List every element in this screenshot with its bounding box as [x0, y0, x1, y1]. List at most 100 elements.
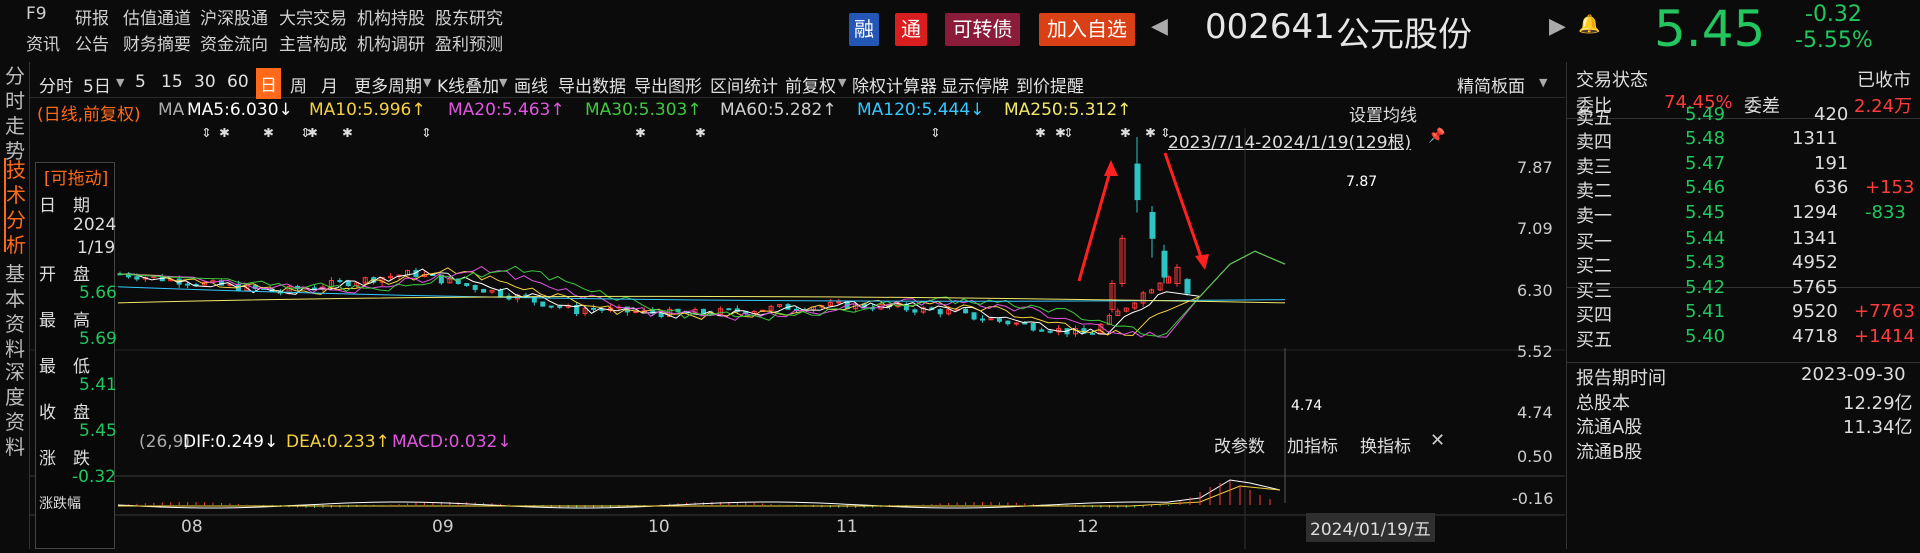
ex-rights-calc[interactable]: 除权计算器 [852, 72, 937, 97]
date-md: 1/19 [77, 238, 116, 258]
ask-row[interactable]: 卖一 5.45 1294 -833 [1567, 202, 1920, 227]
dropdown-icon[interactable]: ▼ [1539, 76, 1547, 89]
candle-body [337, 280, 343, 283]
candle-body [185, 283, 191, 286]
tab-basic-info[interactable]: 基本资料 [4, 262, 26, 361]
period-15min[interactable]: 15 [161, 72, 183, 92]
nav-notice[interactable]: 公告 [75, 30, 109, 55]
nav-inst-survey[interactable]: 机构调研 [357, 30, 425, 55]
prev-stock-icon[interactable]: ◀ [1151, 14, 1168, 39]
period-intraday[interactable]: 分时 [39, 72, 73, 97]
event-marker-icon[interactable]: ⇕ [201, 126, 212, 141]
drag-label[interactable]: [可拖动] [44, 164, 108, 189]
period-day[interactable]: 日 [256, 68, 281, 99]
period-5day[interactable]: 5日 [83, 72, 111, 97]
ask-row[interactable]: 卖五 5.49 420 [1567, 104, 1920, 129]
bid-row[interactable]: 买二 5.43 4952 [1567, 252, 1920, 278]
adjust-mode[interactable]: 前复权 [785, 72, 836, 97]
arrow-head [1195, 254, 1209, 270]
low-label: 最 低 [39, 357, 90, 377]
ask-row[interactable]: 卖二 5.46 636 +153 [1567, 177, 1920, 202]
period-60min[interactable]: 60 [227, 72, 249, 92]
nav-finance[interactable]: 财务摘要 [123, 30, 191, 55]
nav-block-trade[interactable]: 大宗交易 [279, 4, 347, 29]
change-params-button[interactable]: 改参数 [1214, 432, 1265, 457]
book-level-label: 买二 [1576, 256, 1612, 278]
simple-layout[interactable]: 精简板面 [1457, 72, 1525, 97]
event-marker-icon[interactable]: ⇕ [1160, 126, 1171, 141]
stock-header: 融 通 可转债 加入自选 ◀ 002641 公元股份 ▶ 🔔 5.45 -0.3… [820, 0, 1920, 60]
price-alert[interactable]: 到价提醒 [1016, 72, 1084, 97]
nav-valuation[interactable]: 估值通道 [123, 4, 191, 29]
period-month[interactable]: 月 [321, 72, 338, 97]
ohlc-infobox[interactable]: [可拖动] 日 期 2024 1/19 开 盘 5.66 最 高 5.69 最 … [35, 162, 117, 549]
kline-chart[interactable]: ⇕ ✱ ✱ ⇕ ✱ ✱ ⇕ ✱ ✱ ⇕ ✱ ✱ ⇕ ✱ ✱ ⇕ [30, 126, 1565, 549]
nav-f9[interactable]: F9 [26, 4, 47, 24]
event-marker-icon[interactable]: ⇕ [1063, 126, 1074, 141]
show-suspension[interactable]: 显示停牌 [941, 72, 1009, 97]
dif-line [117, 479, 1281, 509]
event-marker-icon[interactable]: ✱ [695, 126, 706, 141]
period-week[interactable]: 周 [290, 72, 307, 97]
dropdown-icon[interactable]: ▼ [499, 76, 507, 89]
nav-research[interactable]: 研报 [75, 4, 109, 29]
candle-body [1184, 279, 1191, 294]
ask-row[interactable]: 卖四 5.48 1311 [1567, 128, 1920, 153]
event-marker-icon[interactable]: ✱ [1145, 126, 1156, 141]
bell-icon[interactable]: 🔔 [1578, 14, 1600, 35]
tab-intraday[interactable]: 分时走势 [4, 64, 26, 163]
book-level-label: 卖五 [1576, 108, 1612, 129]
event-marker-icon[interactable]: ✱ [342, 126, 353, 141]
bid-row[interactable]: 买一 5.44 1341 [1567, 228, 1920, 253]
close-icon[interactable]: ✕ [1430, 430, 1445, 451]
bid-row[interactable]: 买五 5.40 4718 +1414 [1567, 326, 1920, 351]
period-30min[interactable]: 30 [194, 72, 216, 92]
nav-inst-holding[interactable]: 机构持股 [357, 4, 425, 29]
tab-deep-info[interactable]: 深度资料 [4, 360, 26, 459]
badge-connect[interactable]: 通 [895, 13, 927, 46]
event-marker-icon[interactable]: ⇕ [421, 126, 432, 141]
event-marker-icon[interactable]: ✱ [1120, 126, 1131, 141]
candle-body [1030, 323, 1036, 331]
add-watchlist-button[interactable]: 加入自选 [1039, 13, 1135, 46]
ma-settings[interactable]: 设置均线 [1349, 101, 1417, 126]
nav-hsgt[interactable]: 沪深股通 [200, 4, 268, 29]
candle-body [599, 308, 605, 311]
nav-forecast[interactable]: 盈利预测 [435, 30, 503, 55]
dropdown-icon[interactable]: ▼ [838, 76, 846, 89]
left-vertical-nav: 分时走势 技术分析 基本资料 深度资料 [0, 62, 30, 549]
add-indicator-button[interactable]: 加指标 [1287, 432, 1338, 457]
period-5min[interactable]: 5 [135, 72, 146, 92]
stock-name: 公元股份 [1336, 15, 1472, 55]
draw-line[interactable]: 画线 [514, 72, 548, 97]
event-marker-icon[interactable]: ⇕ [930, 126, 941, 141]
export-data[interactable]: 导出数据 [558, 72, 626, 97]
float-a-value: 11.34亿 [1843, 417, 1913, 438]
event-marker-icon[interactable]: ✱ [1035, 126, 1046, 141]
kline-overlay[interactable]: K线叠加 [437, 72, 499, 97]
bid-row[interactable]: 买四 5.41 9520 +7763 [1567, 301, 1920, 326]
nav-news[interactable]: 资讯 [26, 30, 60, 55]
event-marker-icon[interactable]: ✱ [635, 126, 646, 141]
nav-business[interactable]: 主营构成 [279, 30, 347, 55]
badge-convertible[interactable]: 可转债 [945, 13, 1020, 46]
book-change: +7763 [1854, 301, 1915, 323]
event-marker-icon[interactable]: ✱ [219, 126, 230, 141]
next-stock-icon[interactable]: ▶ [1549, 14, 1566, 39]
candle-body [498, 289, 504, 297]
nav-fund-flow[interactable]: 资金流向 [200, 30, 268, 55]
ask-row[interactable]: 卖三 5.47 191 [1567, 153, 1920, 178]
chart-canvas[interactable]: ⇕ ✱ ✱ ⇕✱ ✱ ⇕ ✱ ✱ ⇕ ✱ ✱⇕ ✱ ✱ ⇕ [30, 126, 1565, 549]
range-stats[interactable]: 区间统计 [710, 72, 778, 97]
event-marker-icon[interactable]: ✱ [307, 126, 318, 141]
more-periods[interactable]: 更多周期 [354, 72, 422, 97]
bid-row[interactable]: 买三 5.42 5765 [1567, 277, 1920, 302]
nav-shareholder[interactable]: 股东研究 [435, 4, 503, 29]
switch-indicator-button[interactable]: 换指标 [1360, 432, 1411, 457]
event-marker-icon[interactable]: ✱ [263, 126, 274, 141]
badge-margin[interactable]: 融 [849, 13, 879, 46]
export-graph[interactable]: 导出图形 [634, 72, 702, 97]
dropdown-icon[interactable]: ▼ [423, 76, 431, 89]
dropdown-icon[interactable]: ▼ [116, 76, 124, 89]
tab-technical[interactable]: 技术分析 [4, 158, 26, 257]
